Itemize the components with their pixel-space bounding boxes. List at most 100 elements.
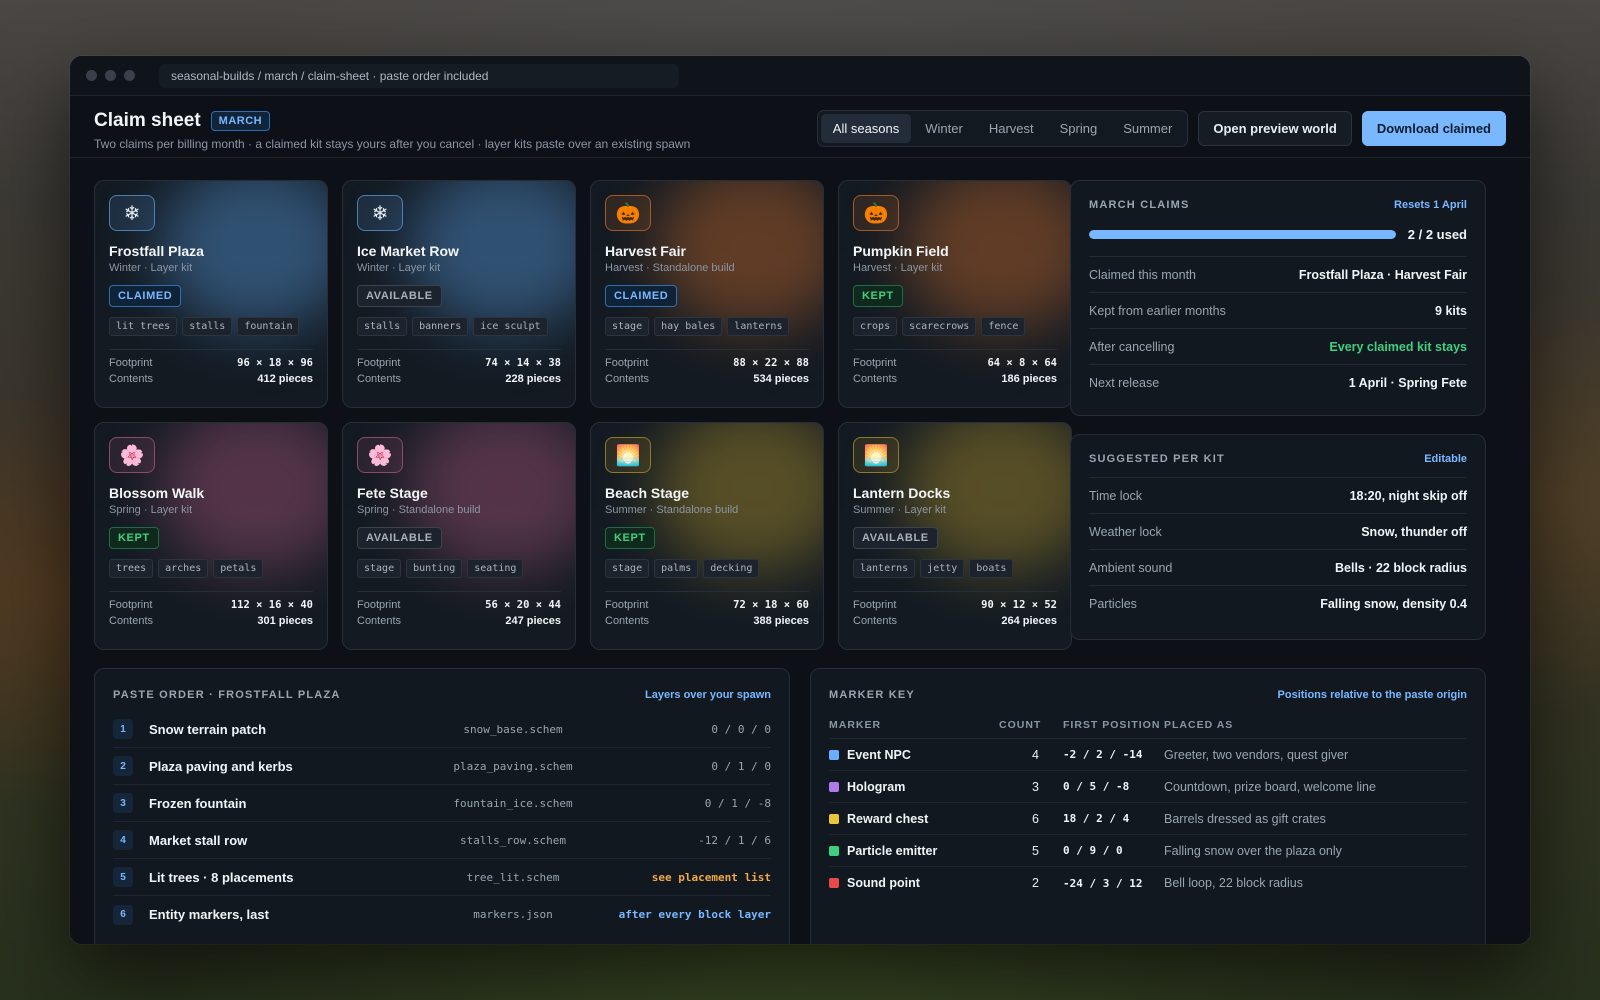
maximize-dot[interactable]	[124, 70, 135, 81]
footprint-value: 112 × 16 × 40	[230, 599, 313, 611]
footprint-label: Footprint	[853, 599, 897, 611]
step-position: 0 / 1 / 0	[711, 759, 771, 773]
contents-value: 412 pieces	[257, 373, 313, 385]
contents-value: 186 pieces	[1001, 373, 1057, 385]
setting-label: Particles	[1089, 596, 1137, 611]
kit-name: Blossom Walk	[109, 485, 205, 501]
step-position[interactable]: see placement list	[652, 871, 771, 884]
footprint-label: Footprint	[605, 599, 649, 611]
footprint-value: 90 × 12 × 52	[981, 599, 1057, 611]
marker-name: Sound point	[847, 876, 920, 890]
filter-summer[interactable]: Summer	[1111, 114, 1184, 143]
filter-all-seasons[interactable]: All seasons	[820, 114, 912, 143]
tag: lanterns	[727, 317, 790, 336]
paste-step-row: 3 Frozen fountain fountain_ice.schem 0 / 1 …	[113, 785, 771, 822]
step-position: -12 / 1 / 6	[698, 833, 771, 847]
kit-card-fete-stage[interactable]: 🌸 Fete Stage Spring · Standalone build AVAI…	[342, 422, 576, 650]
blossom-icon: 🌸	[357, 437, 403, 473]
contents-value: 534 pieces	[753, 373, 809, 385]
status-badge: KEPT	[109, 527, 159, 549]
marker-cell: Hologram	[829, 780, 999, 794]
contents-value: 247 pieces	[505, 615, 561, 627]
filter-harvest[interactable]: Harvest	[977, 114, 1046, 143]
status-badge: KEPT	[853, 285, 903, 307]
kit-card-pumpkin-field[interactable]: 🎃 Pumpkin Field Harvest · Layer kit KEPT cro…	[838, 180, 1072, 408]
setting-value[interactable]: Falling snow, density 0.4	[1320, 597, 1467, 611]
row-value: Every claimed kit stays	[1329, 339, 1467, 354]
status-badge: KEPT	[605, 527, 655, 549]
kit-card-lantern-docks[interactable]: 🌅 Lantern Docks Summer · Layer kit AVAILABL…	[838, 422, 1072, 650]
kit-name: Beach Stage	[605, 485, 690, 501]
setting-value[interactable]: Bells · 22 block radius	[1335, 561, 1467, 575]
column-header-first-position: FIRST POSITION	[1063, 719, 1161, 731]
open-preview-button[interactable]: Open preview world	[1198, 111, 1352, 146]
step-position: 0 / 1 / -8	[704, 796, 771, 810]
marker-table-header: MARKER COUNT FIRST POSITION PLACED AS	[829, 719, 1467, 739]
resets-link[interactable]: Resets 1 April	[1394, 199, 1467, 211]
tag: fountain	[237, 317, 300, 336]
kit-card-harvest-fair[interactable]: 🎃 Harvest Fair Harvest · Standalone build C…	[590, 180, 824, 408]
kit-meta: Summer · Standalone build	[605, 504, 739, 516]
marker-placed-as: Countdown, prize board, welcome line	[1164, 779, 1376, 794]
kit-card-frostfall-plaza[interactable]: ❄ Frostfall Plaza Winter · Layer kit CLAIME…	[94, 180, 328, 408]
contents-row: Contents 264 pieces	[853, 615, 1057, 627]
filter-spring[interactable]: Spring	[1048, 114, 1110, 143]
step-position: 0 / 0 / 0	[711, 722, 771, 736]
address-bar[interactable]: seasonal-builds / march / claim-sheet · …	[159, 63, 679, 88]
download-claimed-button[interactable]: Download claimed	[1361, 111, 1506, 146]
kit-card-beach-stage[interactable]: 🌅 Beach Stage Summer · Standalone build KEP…	[590, 422, 824, 650]
paste-order-panel: PASTE ORDER · FROSTFALL PLAZA Layers ove…	[94, 668, 790, 944]
divider	[853, 591, 1057, 592]
kit-name: Fete Stage	[357, 485, 428, 501]
kit-card-blossom-walk[interactable]: 🌸 Blossom Walk Spring · Layer kit KEPT trees…	[94, 422, 328, 650]
kit-meta: Spring · Layer kit	[109, 504, 193, 516]
editable-link[interactable]: Editable	[1424, 453, 1467, 465]
paste-step-row: 6 Entity markers, last markers.json after e…	[113, 896, 771, 933]
marker-row: Hologram 3 0 / 5 / -8 Countdown, prize boar…	[829, 771, 1467, 803]
kit-card-ice-market-row[interactable]: ❄ Ice Market Row Winter · Layer kit AVAILAB…	[342, 180, 576, 408]
tag-list: lanterns jetty boats	[853, 559, 1057, 578]
step-position[interactable]: after every block layer	[619, 908, 771, 921]
setting-value[interactable]: 18:20, night skip off	[1350, 489, 1467, 503]
kit-meta: Winter · Layer kit	[109, 262, 193, 274]
marker-placed-as: Barrels dressed as gift crates	[1164, 811, 1326, 826]
footprint-row: Footprint 64 × 8 × 64	[853, 357, 1057, 369]
claims-row: Kept from earlier months 9 kits	[1089, 292, 1467, 328]
close-dot[interactable]	[86, 70, 97, 81]
setting-value[interactable]: Snow, thunder off	[1361, 525, 1467, 539]
marker-name: Hologram	[847, 779, 906, 794]
claims-row: Next release 1 April · Spring Fete	[1089, 364, 1467, 400]
row-label: Next release	[1089, 375, 1160, 390]
kit-meta: Spring · Standalone build	[357, 504, 481, 516]
tag: arches	[158, 559, 209, 578]
marker-swatch	[829, 878, 839, 888]
minimize-dot[interactable]	[105, 70, 116, 81]
tag: ice sculpt	[473, 317, 548, 336]
tag: scarecrows	[902, 317, 977, 336]
marker-count: 6	[1032, 811, 1039, 826]
row-label: After cancelling	[1089, 339, 1175, 354]
tag-list: stage palms decking	[605, 559, 809, 578]
divider	[605, 591, 809, 592]
contents-label: Contents	[853, 615, 898, 627]
marker-position: 18 / 2 / 4	[1063, 812, 1130, 825]
paste-step-row: 4 Market stall row stalls_row.schem -12 / 1…	[113, 822, 771, 859]
contents-label: Contents	[605, 615, 650, 627]
contents-row: Contents 301 pieces	[109, 615, 313, 627]
marker-placed-as: Falling snow over the plaza only	[1164, 843, 1342, 858]
tag: stage	[605, 317, 650, 336]
footprint-label: Footprint	[109, 357, 153, 369]
row-value: 1 April · Spring Fete	[1348, 375, 1467, 390]
row-value: 9 kits	[1435, 303, 1467, 318]
marker-position: -24 / 3 / 12	[1063, 876, 1143, 890]
step-file: fountain_ice.schem	[453, 796, 573, 810]
suggested-per-kit-panel: SUGGESTED PER KIT Editable Time lock 18:2…	[1070, 434, 1486, 640]
filter-winter[interactable]: Winter	[913, 114, 975, 143]
step-file: stalls_row.schem	[460, 833, 566, 847]
layers-link[interactable]: Layers over your spawn	[645, 689, 771, 701]
marker-count: 3	[1032, 779, 1039, 794]
step-file: plaza_paving.schem	[453, 759, 573, 773]
footprint-label: Footprint	[853, 357, 897, 369]
blossom-icon: 🌸	[109, 437, 155, 473]
positions-link[interactable]: Positions relative to the paste origin	[1278, 689, 1467, 701]
